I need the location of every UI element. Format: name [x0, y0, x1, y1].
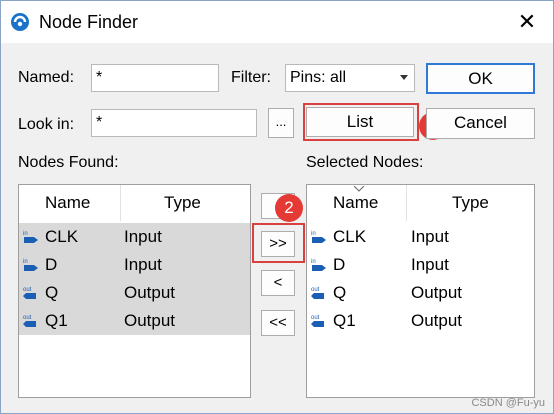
output-pin-icon: out [23, 287, 36, 299]
cancel-button[interactable]: Cancel [426, 108, 535, 139]
node-type: Input [411, 255, 449, 274]
filter-value: Pins: all [290, 69, 347, 86]
svg-text:out: out [311, 315, 320, 321]
found-col-divider[interactable] [120, 185, 121, 221]
input-pin-icon: in [311, 231, 326, 243]
remove-all-button[interactable]: << [261, 310, 295, 336]
nodes-found-title: Nodes Found: [18, 154, 119, 171]
app-icon [11, 13, 29, 31]
node-name: Q1 [45, 311, 68, 330]
lookin-input[interactable]: * [91, 109, 257, 137]
node-type: Input [411, 227, 449, 246]
output-pin-icon: out [311, 287, 324, 299]
found-col-name[interactable]: Name [45, 185, 90, 221]
found-col-type[interactable]: Type [164, 185, 201, 221]
node-finder-dialog: Node Finder ✕ Named: * Filter: Pins: all… [0, 0, 554, 414]
table-row[interactable]: out Q Output [19, 279, 250, 307]
selected-col-name[interactable]: Name [333, 185, 378, 221]
output-pin-icon: out [23, 315, 36, 327]
lookin-label: Look in: [18, 116, 75, 133]
close-button[interactable]: ✕ [507, 7, 547, 37]
node-type: Output [124, 283, 176, 302]
node-name: D [333, 255, 346, 274]
named-input[interactable]: * [91, 64, 219, 92]
named-label: Named: [18, 69, 75, 86]
node-name: CLK [45, 227, 79, 246]
input-pin-icon: in [311, 259, 326, 271]
title-bar: Node Finder ✕ [1, 1, 553, 43]
list-item[interactable]: in D Input [307, 251, 534, 279]
table-row[interactable]: in CLK Input [19, 223, 250, 251]
list-item[interactable]: out Q Output [307, 279, 534, 307]
list-item[interactable]: in CLK Input [307, 223, 534, 251]
selected-nodes-title: Selected Nodes: [306, 154, 424, 171]
window-title: Node Finder [39, 12, 139, 32]
filter-select[interactable]: Pins: all [285, 64, 415, 92]
selected-nodes-list[interactable]: Name Type in CLK Input in D Input out Q … [306, 184, 535, 398]
node-type: Output [124, 311, 176, 330]
node-name: Q [45, 283, 59, 302]
node-name: Q1 [333, 311, 356, 330]
node-name: Q [333, 283, 347, 302]
step-badge-2: 2 [275, 194, 303, 222]
node-name: CLK [333, 227, 367, 246]
list-item[interactable]: out Q1 Output [307, 307, 534, 335]
input-pin-icon: in [23, 259, 38, 271]
selected-col-divider[interactable] [406, 185, 407, 221]
svg-text:out: out [23, 315, 32, 321]
add-all-highlight [252, 223, 305, 263]
node-name: D [45, 255, 58, 274]
svg-text:in: in [23, 259, 28, 265]
input-pin-icon: in [23, 231, 38, 243]
ok-button[interactable]: OK [426, 63, 535, 94]
chevron-down-icon [400, 75, 408, 80]
node-type: Output [411, 311, 463, 330]
list-highlight [303, 103, 419, 141]
nodes-found-list[interactable]: Name Type in CLK Input in D Input out Q … [18, 184, 251, 398]
node-type: Input [124, 255, 162, 274]
add-button[interactable]: < [261, 270, 295, 296]
svg-text:out: out [311, 287, 320, 293]
svg-text:in: in [311, 259, 316, 265]
output-pin-icon: out [311, 315, 324, 327]
filter-label: Filter: [231, 69, 271, 86]
selected-col-type[interactable]: Type [452, 185, 489, 221]
svg-text:in: in [23, 231, 28, 237]
table-row[interactable]: out Q1 Output [19, 307, 250, 335]
watermark: CSDN @Fu-yu [471, 397, 545, 409]
svg-text:in: in [311, 231, 316, 237]
node-type: Output [411, 283, 463, 302]
table-row[interactable]: in D Input [19, 251, 250, 279]
browse-button[interactable]: ... [268, 108, 294, 138]
svg-text:out: out [23, 287, 32, 293]
node-type: Input [124, 227, 162, 246]
